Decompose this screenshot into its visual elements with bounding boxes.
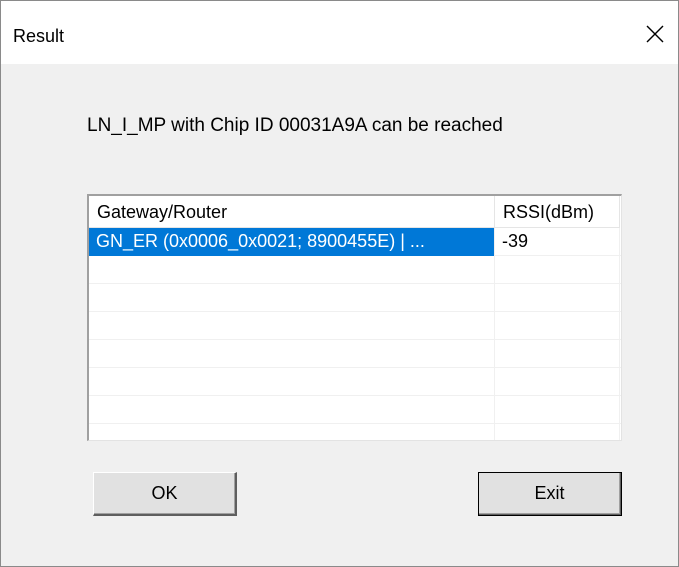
exit-button[interactable]: Exit bbox=[478, 472, 622, 516]
empty-row bbox=[89, 368, 621, 396]
list-header: Gateway/Router RSSI(dBm) bbox=[89, 196, 621, 228]
gateway-cell: GN_ER (0x0006_0x0021; 8900455E) | ... bbox=[89, 228, 495, 256]
table-row[interactable]: GN_ER (0x0006_0x0021; 8900455E) | ... -3… bbox=[89, 228, 621, 256]
title-bar: Result bbox=[1, 1, 678, 64]
empty-row bbox=[89, 284, 621, 312]
result-message: LN_I_MP with Chip ID 00031A9A can be rea… bbox=[87, 115, 503, 136]
column-header-gateway[interactable]: Gateway/Router bbox=[89, 196, 495, 228]
empty-row bbox=[89, 396, 621, 424]
window-title: Result bbox=[13, 26, 65, 46]
empty-row bbox=[89, 340, 621, 368]
empty-row bbox=[89, 424, 621, 440]
result-dialog: Result LN_I_MP with Chip ID 00031A9A can… bbox=[0, 0, 679, 567]
rssi-cell: -39 bbox=[495, 228, 620, 256]
ok-button[interactable]: OK bbox=[93, 472, 237, 516]
close-icon bbox=[646, 25, 664, 43]
close-button[interactable] bbox=[632, 15, 678, 53]
empty-row bbox=[89, 256, 621, 284]
empty-row bbox=[89, 312, 621, 340]
column-header-rssi[interactable]: RSSI(dBm) bbox=[495, 196, 620, 228]
gateway-list[interactable]: Gateway/Router RSSI(dBm) GN_ER (0x0006_0… bbox=[87, 194, 622, 441]
